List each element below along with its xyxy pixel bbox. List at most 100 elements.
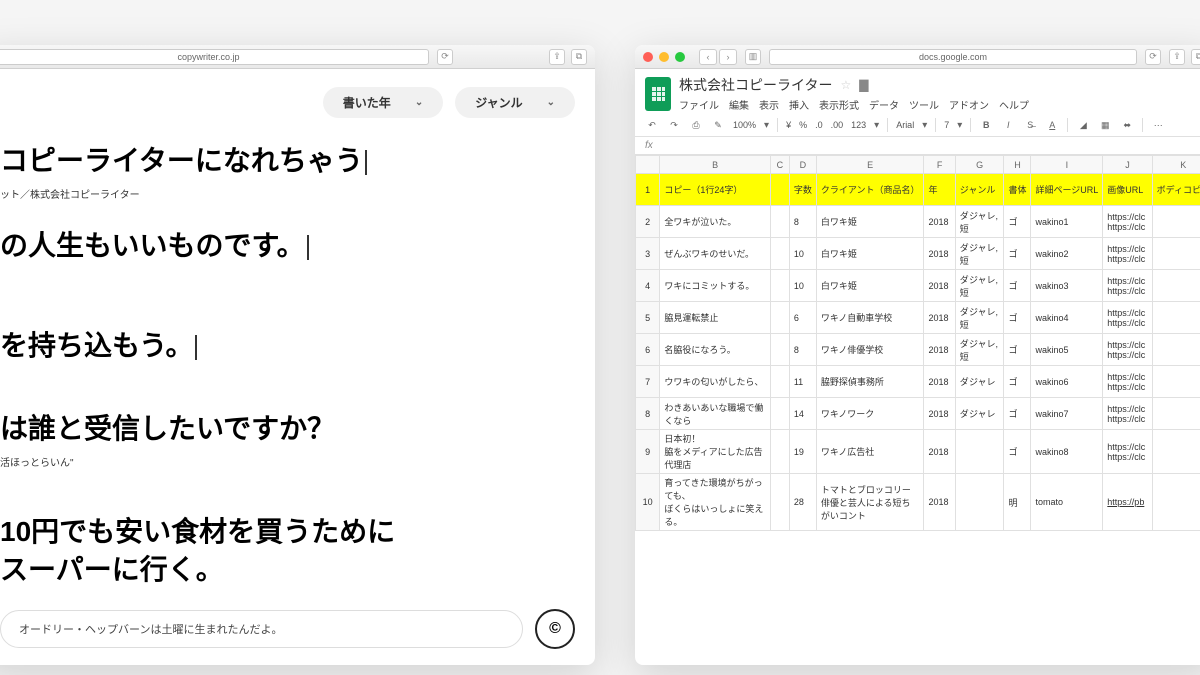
cell[interactable]: https://clc https://clc (1103, 270, 1152, 302)
cell[interactable]: 8 (789, 334, 816, 366)
font-select[interactable]: Arial (896, 120, 914, 130)
formula-bar[interactable]: fx (635, 137, 1200, 155)
folder-icon[interactable]: ▇ (859, 78, 868, 92)
cell[interactable]: https://clc https://clc (1103, 302, 1152, 334)
star-icon[interactable]: ☆ (840, 78, 851, 92)
cell[interactable] (770, 398, 789, 430)
cell[interactable]: ワキノ自動車学校 (816, 302, 924, 334)
header-cell[interactable]: 年 (924, 174, 955, 206)
cell[interactable]: ぜんぶワキのせいだ。 (660, 238, 771, 270)
row-header[interactable]: 7 (636, 366, 660, 398)
cell[interactable] (1152, 334, 1200, 366)
cell[interactable]: wakino7 (1031, 398, 1103, 430)
cell[interactable]: 2018 (924, 270, 955, 302)
text-color-icon[interactable]: A (1045, 118, 1059, 132)
cell[interactable]: 白ワキ姫 (816, 238, 924, 270)
logo-button[interactable]: © (535, 609, 575, 649)
cell[interactable]: wakino2 (1031, 238, 1103, 270)
address-bar[interactable]: copywriter.co.jp (0, 49, 429, 65)
fill-color-icon[interactable]: ◢ (1076, 118, 1090, 132)
cell[interactable]: ゴ (1004, 270, 1031, 302)
forward-button[interactable]: › (719, 49, 737, 65)
cell[interactable] (1152, 302, 1200, 334)
cell[interactable]: 2018 (924, 366, 955, 398)
column-header[interactable]: E (816, 156, 924, 174)
column-header[interactable]: F (924, 156, 955, 174)
cell[interactable]: wakino3 (1031, 270, 1103, 302)
cell[interactable]: ワキノワーク (816, 398, 924, 430)
cell[interactable] (955, 430, 1004, 474)
cell[interactable]: https://pb (1103, 474, 1152, 531)
cell[interactable] (770, 302, 789, 334)
cell[interactable] (1152, 270, 1200, 302)
cell[interactable]: 2018 (924, 474, 955, 531)
cell[interactable]: 明 (1004, 474, 1031, 531)
cell[interactable]: https://clc https://clc (1103, 238, 1152, 270)
cell[interactable] (955, 474, 1004, 531)
cell[interactable]: https://clc https://clc (1103, 334, 1152, 366)
column-header[interactable]: C (770, 156, 789, 174)
header-cell[interactable]: 字数 (789, 174, 816, 206)
cell[interactable] (770, 334, 789, 366)
cell[interactable]: https://clc https://clc (1103, 366, 1152, 398)
more-icon[interactable]: ⋯ (1151, 118, 1165, 132)
number-format-select[interactable]: 123 (851, 120, 866, 130)
filter-year[interactable]: 書いた年 ⌄ (323, 87, 443, 118)
row-header[interactable]: 1 (636, 174, 660, 206)
cell[interactable] (770, 430, 789, 474)
cell[interactable]: wakino6 (1031, 366, 1103, 398)
close-icon[interactable] (643, 52, 653, 62)
cell[interactable]: ゴ (1004, 334, 1031, 366)
cell[interactable]: https://clc https://clc (1103, 398, 1152, 430)
header-cell[interactable]: ボディコピー (1152, 174, 1200, 206)
menu-addons[interactable]: アドオン (949, 97, 989, 112)
italic-icon[interactable]: I (1001, 118, 1015, 132)
cell[interactable] (1152, 398, 1200, 430)
strike-icon[interactable]: S̶ (1023, 118, 1037, 132)
row-header[interactable]: 10 (636, 474, 660, 531)
spreadsheet-grid[interactable]: BCDEFGHIJK1コピー（1行24字）字数クライアント（商品名）年ジャンル書… (635, 155, 1200, 665)
dec-decrease-button[interactable]: .0 (815, 120, 823, 130)
print-icon[interactable]: ⎙ (689, 118, 703, 132)
font-size-select[interactable]: 7 (944, 120, 949, 130)
cell[interactable]: ゴ (1004, 430, 1031, 474)
cell[interactable] (770, 238, 789, 270)
cell[interactable]: 脇見運転禁止 (660, 302, 771, 334)
menu-format[interactable]: 表示形式 (819, 97, 859, 112)
tabs-icon[interactable]: ⧉ (1191, 49, 1200, 65)
cell[interactable]: ダジャレ,短 (955, 238, 1004, 270)
borders-icon[interactable]: ▦ (1098, 118, 1112, 132)
cell[interactable]: ウワキの匂いがしたら、 (660, 366, 771, 398)
cell[interactable]: ダジャレ,短 (955, 206, 1004, 238)
currency-button[interactable]: ¥ (786, 120, 791, 130)
header-cell[interactable]: 書体 (1004, 174, 1031, 206)
cell[interactable]: 11 (789, 366, 816, 398)
cell[interactable]: ゴ (1004, 302, 1031, 334)
cell[interactable]: 6 (789, 302, 816, 334)
maximize-icon[interactable] (675, 52, 685, 62)
tabs-icon[interactable]: ⧉ (571, 49, 587, 65)
menu-view[interactable]: 表示 (759, 97, 779, 112)
row-header[interactable]: 3 (636, 238, 660, 270)
cell[interactable]: 白ワキ姫 (816, 206, 924, 238)
column-header[interactable]: I (1031, 156, 1103, 174)
cell[interactable]: ワキにコミットする。 (660, 270, 771, 302)
cell[interactable]: ゴ (1004, 206, 1031, 238)
cell[interactable]: 2018 (924, 398, 955, 430)
header-cell[interactable]: 詳細ページURL (1031, 174, 1103, 206)
share-icon[interactable]: ⇪ (1169, 49, 1185, 65)
percent-button[interactable]: % (799, 120, 807, 130)
cell[interactable]: 10 (789, 238, 816, 270)
row-header[interactable]: 6 (636, 334, 660, 366)
cell[interactable]: ダジャレ (955, 398, 1004, 430)
reload-icon[interactable]: ⟳ (437, 49, 453, 65)
row-header[interactable]: 9 (636, 430, 660, 474)
document-title[interactable]: 株式会社コピーライター (679, 75, 832, 95)
cell[interactable] (1152, 206, 1200, 238)
cell[interactable]: 2018 (924, 334, 955, 366)
row-header[interactable]: 4 (636, 270, 660, 302)
cell[interactable]: ワキノ俳優学校 (816, 334, 924, 366)
column-header[interactable]: B (660, 156, 771, 174)
column-header[interactable]: K (1152, 156, 1200, 174)
cell[interactable]: 2018 (924, 430, 955, 474)
